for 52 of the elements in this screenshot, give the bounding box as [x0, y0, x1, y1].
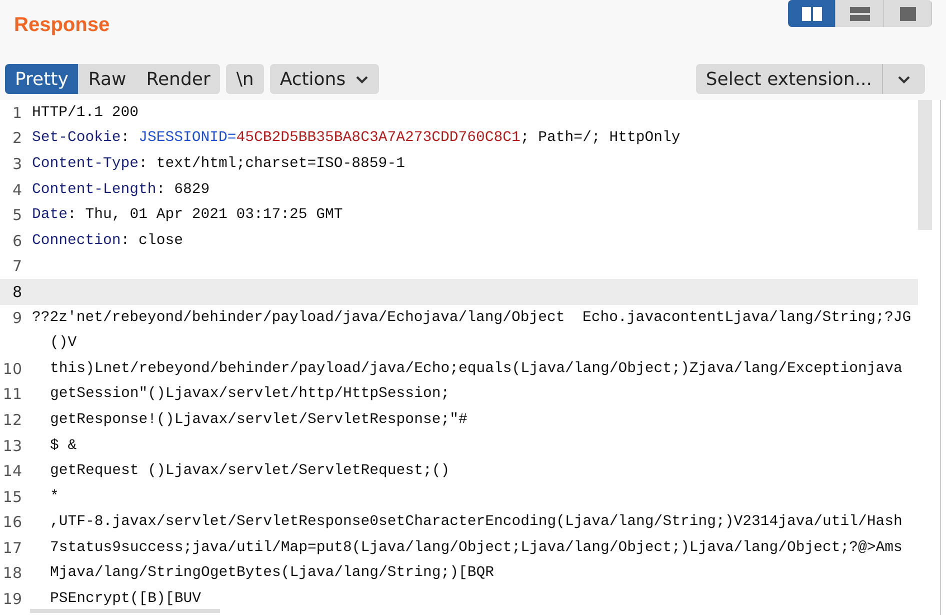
line-number: 10 — [2, 360, 22, 378]
code-line: Content-Type: text/html;charset=ISO-8859-1 — [31, 156, 405, 172]
horizontal-scrollbar[interactable] — [30, 609, 220, 613]
split-columns-icon — [802, 6, 822, 20]
line-number: 9 — [11, 308, 22, 327]
code-line: Connection: close — [31, 232, 183, 249]
code-line: getResponse!()Ljavax/servlet/ServletResponse;"# — [49, 412, 468, 428]
code-line: ()V — [49, 335, 77, 352]
line-number: 17 — [2, 538, 22, 557]
line-number: 15 — [2, 488, 22, 506]
line-number: 14 — [2, 462, 22, 480]
view-mode-button[interactable] — [836, 0, 884, 27]
code-line: Set-Cookie: JSESSIONID=45CB2D5BB35BA8C3A7A273CDD760C8C1; Path=/; HttpOnly — [31, 130, 680, 146]
line-number: 2 — [11, 129, 22, 148]
code-line: Date: Thu, 01 Apr 2021 03:17:25 GMT — [31, 207, 343, 224]
code-line: HTTP/1.1 200 — [31, 104, 139, 121]
code-line: this)Lnet/rebeyond/behinder/payload/java/Echo;equals(Ljava/lang/Object;)Zjava/lang/Exceptionjava — [49, 360, 902, 377]
view-mode-button[interactable] — [884, 0, 932, 27]
code-line: 7status9success;java/util/Map=put8(Ljava/lang/Object;Ljava/lang/Object;)Ljava/lang/Object;?@>Ams — [49, 540, 902, 556]
panel-title: Response — [14, 14, 110, 37]
code-line: ??2z'net/rebeyond/behinder/payload/java/Echojava/lang/Object Echo.javacontentLjava/lang/String;?JG — [31, 310, 912, 326]
code-line: Content-Length: 6829 — [31, 182, 210, 198]
extension-dropdown-button[interactable] — [882, 64, 925, 94]
code-line: getRequest ()Ljavax/servlet/ServletRequest;() — [49, 463, 450, 480]
code-line: Mjava/lang/StringOgetBytes(Ljava/lang/String;)[BQR — [49, 565, 494, 582]
line-number: 3 — [11, 154, 22, 173]
caret-icon — [354, 74, 369, 84]
caret-icon — [897, 74, 911, 84]
line-number: 5 — [11, 206, 22, 224]
line-number: 16 — [2, 513, 22, 532]
line-number: 12 — [2, 410, 22, 429]
line-number: 4 — [11, 180, 22, 199]
vertical-scrollbar[interactable] — [918, 100, 932, 230]
extension-select[interactable]: Select extension... — [696, 64, 882, 94]
newline-toggle[interactable]: \n — [226, 64, 264, 94]
code-line: ,UTF-8.javax/servlet/ServletResponse0setCharacterEncoding(Ljava/lang/String;)V2314java/util/Hash — [49, 514, 902, 530]
line-number: 13 — [2, 436, 22, 455]
square-icon — [900, 6, 916, 20]
line-number: 11 — [2, 385, 22, 404]
code-line: getSession"()Ljavax/servlet/http/HttpSession; — [49, 386, 450, 402]
view-mode-button[interactable] — [788, 0, 836, 27]
code-line: PSEncrypt([B)[BUV — [49, 591, 201, 608]
line-number: 1 — [11, 104, 22, 122]
actions-dropdown[interactable]: Actions — [270, 64, 379, 94]
view-tab[interactable]: Pretty — [5, 64, 78, 94]
line-number: 19 — [2, 590, 22, 608]
code-line: * — [49, 488, 59, 505]
line-number: 7 — [11, 257, 22, 276]
line-number: 18 — [2, 564, 22, 582]
split-rows-icon — [850, 6, 870, 20]
code-line: $ & — [49, 438, 77, 454]
line-number: 6 — [11, 232, 22, 250]
